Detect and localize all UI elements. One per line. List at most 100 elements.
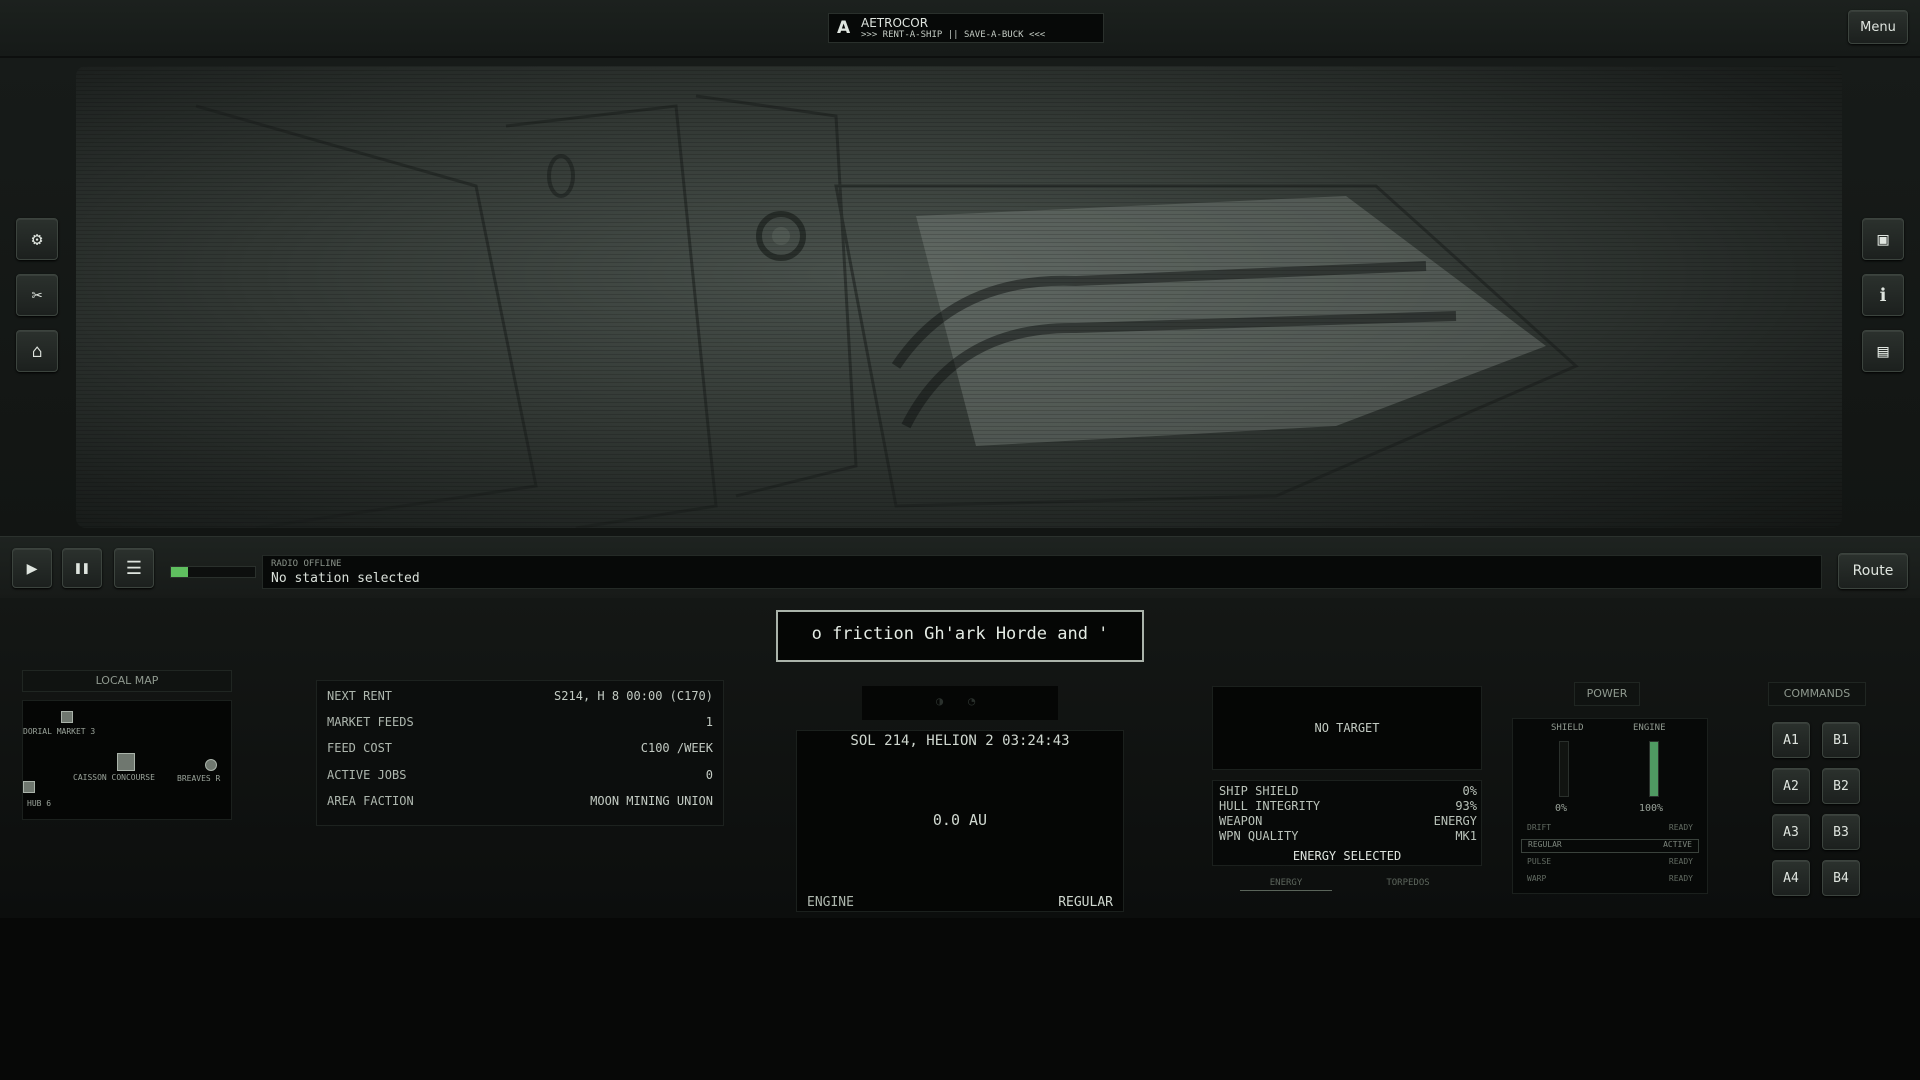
info-value: S214, H 8 00:00 (C170): [554, 689, 713, 703]
engine-power-bar[interactable]: [1649, 741, 1659, 797]
brand-name: AETROCOR: [861, 16, 929, 30]
map-label: BREAVES R: [177, 774, 221, 783]
mode-status: READY: [1668, 823, 1693, 832]
power-panel: SHIELD ENGINE 0% 100% DRIFT READY REGULA…: [1512, 718, 1708, 894]
ship-stat-row: WEAPON ENERGY: [1219, 814, 1477, 829]
local-map[interactable]: DORIAL MARKET 3 CAISSON CONCOURSE BREAVE…: [22, 700, 232, 820]
info-value: C100 /WEEK: [640, 741, 713, 755]
nav-indicator-strip: ◑ ◔: [862, 686, 1058, 720]
command-a2-button[interactable]: A2: [1772, 768, 1810, 804]
pause-icon: ❚❚: [74, 560, 90, 576]
map-label: DORIAL MARKET 3: [23, 727, 96, 736]
engine-mode: REGULAR: [1058, 895, 1113, 910]
chat-button[interactable]: ▤: [1862, 330, 1904, 372]
engine-label: ENGINE: [807, 895, 854, 910]
play-icon: ▶: [26, 557, 38, 579]
pause-button[interactable]: ❚❚: [62, 548, 102, 588]
mode-status: READY: [1668, 874, 1693, 883]
engine-mode-warp[interactable]: WARP READY: [1521, 874, 1699, 888]
settings-button[interactable]: ⚙: [16, 218, 58, 260]
info-button[interactable]: ℹ: [1862, 274, 1904, 316]
navigation-screen: SOL 214, HELION 2 03:24:43 0.0 AU ENGINE…: [796, 730, 1124, 912]
mode-name: PULSE: [1527, 857, 1552, 866]
ship-interior-scene: [76, 66, 1842, 528]
commands-title: COMMANDS: [1768, 682, 1866, 706]
shield-label: SHIELD: [1551, 723, 1584, 733]
command-b2-button[interactable]: B2: [1822, 768, 1860, 804]
engine-power-fill: [1650, 742, 1658, 796]
engine-power-label: ENGINE: [1633, 723, 1666, 733]
menu-button[interactable]: Menu: [1848, 10, 1908, 44]
command-a4-button[interactable]: A4: [1772, 860, 1810, 896]
info-row: MARKET FEEDS 1: [327, 715, 713, 741]
shield-power-bar[interactable]: [1559, 741, 1569, 797]
local-map-title: LOCAL MAP: [22, 670, 232, 692]
command-a3-button[interactable]: A3: [1772, 814, 1810, 850]
info-icon: ℹ: [1879, 284, 1887, 306]
stat-value: MK1: [1455, 829, 1477, 843]
stat-label: HULL INTEGRITY: [1219, 799, 1321, 813]
brand-tagline: >>> RENT-A-SHIP || SAVE-A-BUCK <<<: [861, 30, 1046, 40]
orbit-icon: ◔: [968, 694, 976, 708]
map-node-station[interactable]: [205, 759, 217, 771]
command-b4-button[interactable]: B4: [1822, 860, 1860, 896]
radio-signal-bar: [170, 566, 256, 578]
play-button[interactable]: ▶: [12, 548, 52, 588]
target-display[interactable]: NO TARGET: [1212, 686, 1482, 770]
date-time: SOL 214, HELION 2 03:24:43: [850, 733, 1070, 749]
tab-torpedos[interactable]: TORPEDOS: [1362, 878, 1454, 888]
weapon-selected: ENERGY SELECTED: [1292, 849, 1402, 863]
info-label: NEXT RENT: [327, 689, 393, 703]
info-value: 0: [705, 768, 713, 782]
chat-icon: ▤: [1877, 340, 1889, 362]
engine-mode-regular[interactable]: REGULAR ACTIVE: [1521, 839, 1699, 853]
stat-label: WPN QUALITY: [1219, 829, 1299, 843]
stat-label: WEAPON: [1219, 814, 1263, 828]
info-label: ACTIVE JOBS: [327, 768, 407, 782]
info-row: AREA FACTION MOON MINING UNION: [327, 794, 713, 820]
ship-stat-row: WPN QUALITY MK1: [1219, 829, 1477, 844]
radio-signal-fill: [171, 567, 188, 577]
aetrocor-logo-icon: A: [837, 18, 851, 38]
target-label: NO TARGET: [1314, 721, 1380, 735]
info-label: MARKET FEEDS: [327, 715, 414, 729]
radio-message: No station selected: [271, 571, 420, 586]
info-row: NEXT RENT S214, H 8 00:00 (C170): [327, 689, 713, 715]
map-node-market[interactable]: [61, 711, 73, 723]
mode-name: REGULAR: [1528, 840, 1562, 849]
list-button[interactable]: ☰: [114, 548, 154, 588]
cargo-button[interactable]: ▣: [1862, 218, 1904, 260]
gear-icon: ⚙: [31, 228, 43, 250]
ship-stat-row: HULL INTEGRITY 93%: [1219, 799, 1477, 814]
market-button[interactable]: ⌂: [16, 330, 58, 372]
command-b3-button[interactable]: B3: [1822, 814, 1860, 850]
map-node-hub[interactable]: [23, 781, 35, 793]
stat-label: SHIP SHIELD: [1219, 784, 1299, 798]
info-row: FEED COST C100 /WEEK: [327, 741, 713, 767]
moon-icon: ◑: [936, 694, 944, 708]
engine-power-value: 100%: [1639, 803, 1664, 814]
ship-stat-row: SHIP SHIELD 0%: [1219, 784, 1477, 799]
engine-mode-drift[interactable]: DRIFT READY: [1521, 823, 1699, 837]
mode-status: ACTIVE: [1663, 840, 1692, 849]
info-value: 1: [705, 715, 713, 729]
stat-value: ENERGY: [1433, 814, 1477, 828]
contract-info-panel: NEXT RENT S214, H 8 00:00 (C170) MARKET …: [316, 680, 724, 826]
store-icon: ⌂: [31, 340, 43, 362]
route-button[interactable]: Route: [1838, 553, 1908, 589]
shield-power-value: 0%: [1555, 803, 1568, 814]
mode-status: READY: [1668, 857, 1693, 866]
command-a1-button[interactable]: A1: [1772, 722, 1810, 758]
command-b1-button[interactable]: B1: [1822, 722, 1860, 758]
engine-mode-pulse[interactable]: PULSE READY: [1521, 857, 1699, 871]
info-label: FEED COST: [327, 741, 393, 755]
info-value: MOON MINING UNION: [590, 794, 713, 808]
distance-readout: 0.0 AU: [932, 811, 988, 829]
ticker-text: o friction Gh'ark Horde and ': [811, 624, 1109, 644]
tools-button[interactable]: ✂: [16, 274, 58, 316]
map-node-ship[interactable]: [117, 753, 135, 771]
map-label: CAISSON CONCOURSE: [73, 773, 155, 782]
stat-value: 93%: [1455, 799, 1477, 813]
list-icon: ☰: [125, 557, 143, 579]
tab-energy[interactable]: ENERGY: [1240, 878, 1332, 891]
